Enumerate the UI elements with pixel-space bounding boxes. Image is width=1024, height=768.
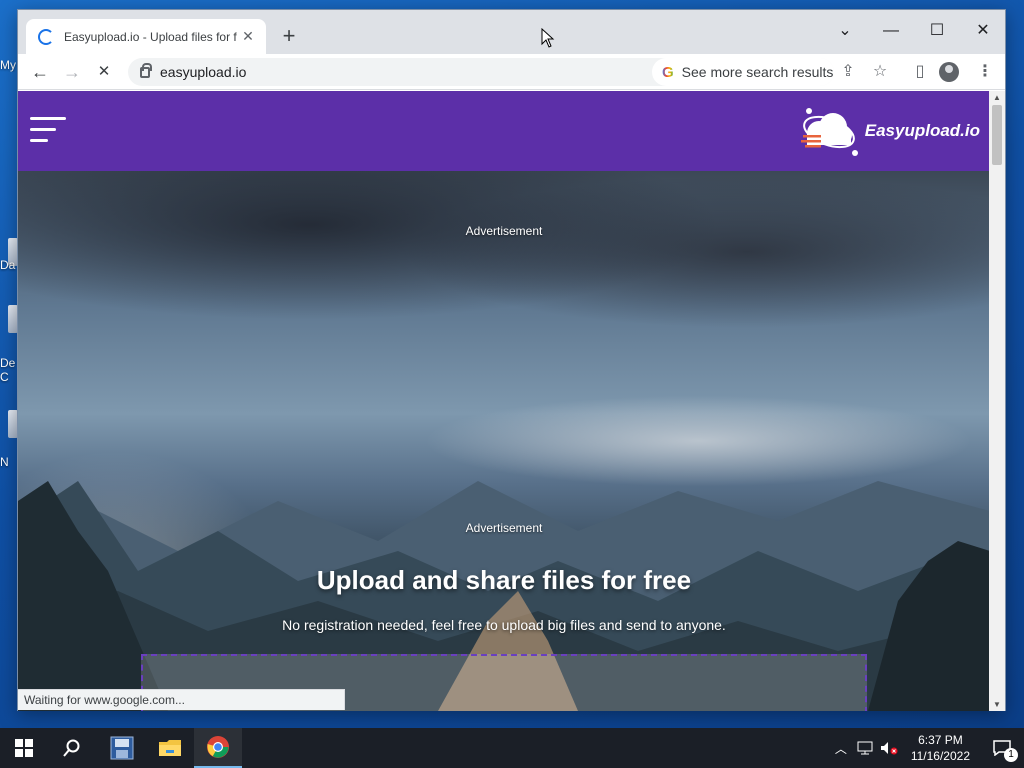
- status-bubble: Waiting for www.google.com...: [18, 689, 345, 710]
- desktop-icon-label[interactable]: N: [0, 455, 18, 469]
- network-icon[interactable]: [853, 728, 877, 768]
- taskbar: ︿ 6:37 PM 11/16/2022 1: [0, 728, 1024, 768]
- desktop-icon-label[interactable]: My: [0, 58, 18, 72]
- cloud-logo-icon: [800, 108, 858, 156]
- file-explorer-icon[interactable]: [146, 728, 194, 768]
- scroll-up-icon[interactable]: ▲: [989, 93, 1005, 102]
- browser-window: Easyupload.io - Upload files for f ✕ + ⌄…: [17, 9, 1006, 711]
- tab-strip: Easyupload.io - Upload files for f ✕ + ⌄…: [18, 10, 1005, 54]
- desktop-icon-label[interactable]: De C: [0, 356, 16, 384]
- advertisement-label: Advertisement: [465, 521, 543, 535]
- stop-loading-button[interactable]: ✕: [90, 58, 118, 86]
- forward-button[interactable]: →: [58, 58, 86, 86]
- bookmark-star-icon[interactable]: ☆: [866, 58, 894, 86]
- hamburger-menu-icon[interactable]: [30, 115, 68, 145]
- clock[interactable]: 6:37 PM 11/16/2022: [901, 732, 980, 764]
- tab-title: Easyupload.io - Upload files for f: [64, 29, 237, 44]
- clock-time: 6:37 PM: [918, 733, 963, 747]
- advertisement-label: Advertisement: [465, 224, 543, 238]
- search-icon[interactable]: [48, 728, 96, 768]
- chevron-up-icon[interactable]: ︿: [829, 728, 853, 768]
- lock-icon[interactable]: [140, 62, 152, 78]
- menu-kebab-icon[interactable]: ⋮: [971, 58, 999, 86]
- close-window-button[interactable]: ✕: [960, 16, 1006, 46]
- chrome-icon[interactable]: [194, 728, 242, 768]
- mouse-cursor-icon: [541, 28, 555, 48]
- volume-muted-icon[interactable]: [877, 728, 901, 768]
- share-icon[interactable]: ⇪: [834, 58, 862, 86]
- browser-toolbar: ← → ✕ easyupload.io G See more search re…: [18, 54, 1005, 90]
- desktop-icon-label[interactable]: Da: [0, 258, 18, 272]
- browser-tab[interactable]: Easyupload.io - Upload files for f ✕: [26, 19, 266, 54]
- search-chip-label: See more search results: [681, 64, 834, 80]
- url-text[interactable]: easyupload.io: [160, 64, 246, 80]
- hero-section: Advertisement Advertisement Upload and s…: [18, 171, 990, 711]
- side-panel-icon[interactable]: ▯: [906, 58, 934, 86]
- google-icon: G: [662, 63, 674, 81]
- new-tab-button[interactable]: +: [276, 24, 302, 50]
- tab-search-button[interactable]: ⌄: [822, 16, 868, 46]
- scroll-thumb[interactable]: [992, 105, 1002, 165]
- app-icon[interactable]: [98, 728, 146, 768]
- clock-date: 11/16/2022: [910, 749, 970, 763]
- address-bar[interactable]: easyupload.io G See more search results: [128, 58, 834, 86]
- search-chip[interactable]: G See more search results: [652, 58, 834, 86]
- back-button[interactable]: ←: [26, 58, 54, 86]
- system-tray: ︿ 6:37 PM 11/16/2022 1: [829, 728, 1024, 768]
- profile-icon[interactable]: [939, 62, 959, 82]
- hero-title: Upload and share files for free: [316, 565, 692, 595]
- site-logo[interactable]: Easyupload.io: [797, 105, 980, 157]
- page-viewport: Easyupload.io Advertisement Advertisemen…: [18, 91, 990, 711]
- scroll-down-icon[interactable]: ▼: [989, 700, 1005, 709]
- hero-subtitle: No registration needed, feel free to upl…: [282, 617, 726, 633]
- logo-text: Easyupload.io: [864, 121, 980, 140]
- minimize-button[interactable]: —: [868, 16, 914, 46]
- loading-spinner-icon: [38, 28, 54, 45]
- tab-close-icon[interactable]: ✕: [240, 28, 256, 45]
- site-header: Easyupload.io: [18, 91, 990, 171]
- page-scrollbar[interactable]: ▲ ▼: [989, 91, 1005, 711]
- notification-center-icon[interactable]: 1: [980, 728, 1024, 768]
- start-icon[interactable]: [0, 728, 48, 768]
- notification-badge: 1: [1004, 748, 1018, 762]
- maximize-button[interactable]: ☐: [914, 16, 960, 46]
